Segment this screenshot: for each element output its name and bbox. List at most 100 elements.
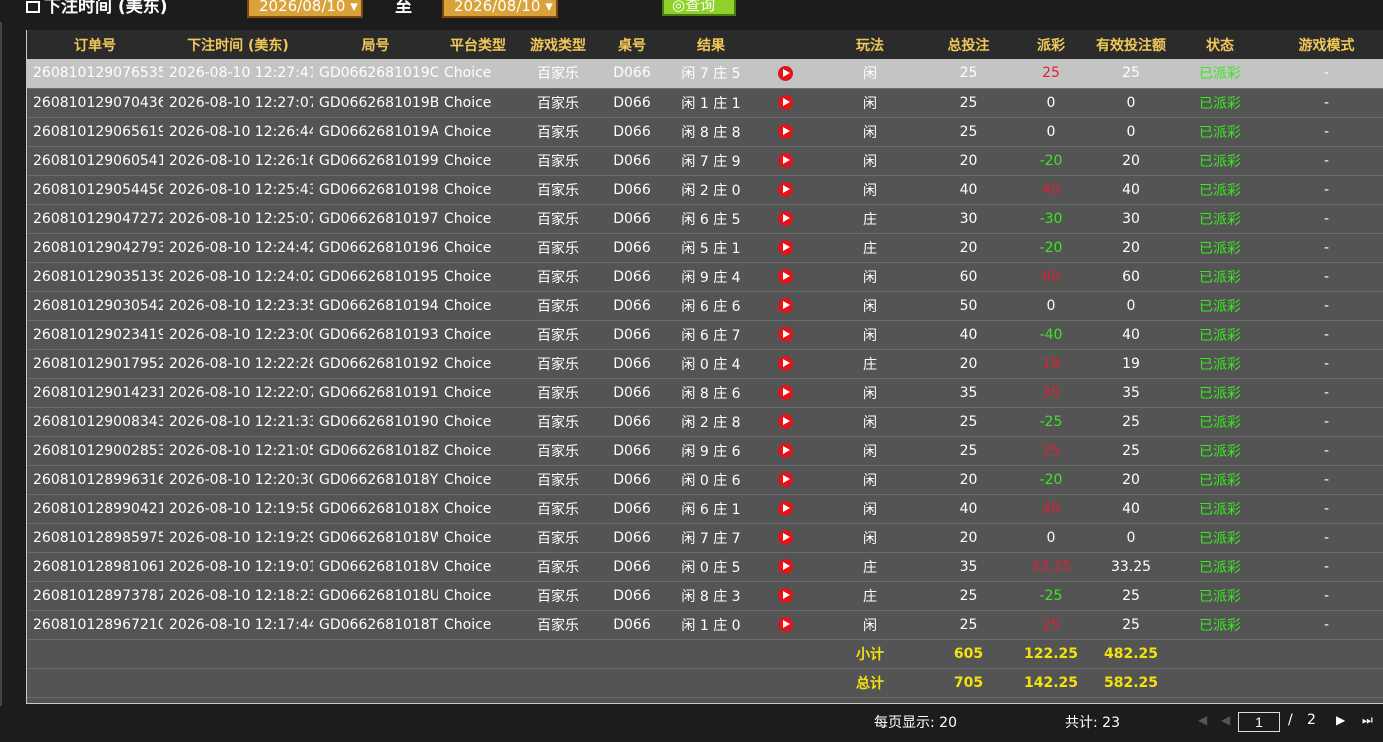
order-id: 260810128981061	[27, 552, 163, 582]
replay-play-icon[interactable]	[777, 182, 793, 197]
replay-play-icon[interactable]	[777, 95, 793, 110]
replay-play-icon[interactable]	[777, 385, 793, 400]
date-to-select[interactable]: 2026/08/10 ▾	[442, 0, 558, 18]
replay-play-icon[interactable]	[777, 588, 793, 603]
bet-time: 2026-08-10 12:27:41	[163, 59, 313, 89]
column-header: 游戏模式	[1269, 30, 1383, 59]
replay-play-icon[interactable]	[777, 501, 793, 516]
valid-bet: 0	[1091, 291, 1171, 321]
next-page-icon[interactable]: ▶	[1336, 713, 1345, 727]
game-type: 百家乐	[518, 552, 598, 582]
replay-cell	[756, 204, 814, 234]
replay-play-icon[interactable]	[777, 530, 793, 545]
table-row[interactable]: 260810128981061 2026-08-10 12:19:01 GD0662…	[27, 552, 1383, 582]
table-row[interactable]: 260810129017952 2026-08-10 12:22:28 GD0662…	[27, 349, 1383, 379]
valid-bet: 25	[1091, 610, 1171, 640]
status: 已派彩	[1171, 436, 1269, 466]
column-header: 玩法	[814, 30, 926, 59]
bet-time: 2026-08-10 12:22:28	[163, 349, 313, 379]
table-row[interactable]: 260810129014231 2026-08-10 12:22:07 GD0662…	[27, 378, 1383, 408]
round-id: GD0662681018U	[313, 581, 438, 611]
date-from-select[interactable]: 2026/08/10 ▾	[247, 0, 363, 18]
first-page-icon[interactable]: ◀	[1198, 713, 1207, 727]
total-bet: 20	[926, 523, 1011, 553]
platform: Choice	[438, 407, 518, 437]
round-id: GD06626810198	[313, 175, 438, 205]
column-header: 总投注	[926, 30, 1011, 59]
payout: 60	[1011, 262, 1091, 292]
table-row[interactable]: 260810128973787 2026-08-10 12:18:23 GD0662…	[27, 581, 1383, 611]
order-id: 260810129054456	[27, 175, 163, 205]
platform: Choice	[438, 59, 518, 89]
replay-play-icon[interactable]	[777, 211, 793, 226]
replay-play-icon[interactable]	[777, 153, 793, 168]
replay-play-icon[interactable]	[777, 240, 793, 255]
game-type: 百家乐	[518, 523, 598, 553]
bet-time: 2026-08-10 12:21:05	[163, 436, 313, 466]
table-row[interactable]: 260810129065619 2026-08-10 12:26:44 GD0662…	[27, 117, 1383, 147]
total-bet: 60	[926, 262, 1011, 292]
replay-cell	[756, 523, 814, 553]
replay-cell	[756, 233, 814, 263]
replay-cell	[756, 262, 814, 292]
table-row[interactable]: 260810128996316 2026-08-10 12:20:30 GD0662…	[27, 465, 1383, 495]
platform: Choice	[438, 436, 518, 466]
play-type: 闲	[814, 523, 926, 553]
table-row[interactable]: 260810129002853 2026-08-10 12:21:05 GD0662…	[27, 436, 1383, 466]
replay-play-icon[interactable]	[777, 124, 793, 139]
page-number-input[interactable]	[1238, 712, 1280, 732]
replay-play-icon[interactable]	[777, 559, 793, 574]
payout: -20	[1011, 146, 1091, 176]
bet-time: 2026-08-10 12:21:33	[163, 407, 313, 437]
valid-bet: 30	[1091, 204, 1171, 234]
status: 已派彩	[1171, 175, 1269, 205]
replay-play-icon[interactable]	[777, 443, 793, 458]
total-bet: 705	[926, 668, 1011, 698]
replay-play-icon[interactable]	[777, 269, 793, 284]
table-row[interactable]: 260810129023419 2026-08-10 12:23:00 GD0662…	[27, 320, 1383, 350]
window-edge	[0, 22, 2, 742]
payout: 40	[1011, 175, 1091, 205]
table-row[interactable]: 260810129042793 2026-08-10 12:24:42 GD0662…	[27, 233, 1383, 263]
platform: Choice	[438, 494, 518, 524]
platform: Choice	[438, 465, 518, 495]
order-id: 260810129017952	[27, 349, 163, 379]
replay-play-icon[interactable]	[777, 472, 793, 487]
order-id: 260810129035139	[27, 262, 163, 292]
last-page-icon[interactable]: ⏭	[1362, 713, 1373, 728]
table-row[interactable]: 260810128967210 2026-08-10 12:17:44 GD0662…	[27, 610, 1383, 640]
status: 已派彩	[1171, 523, 1269, 553]
game-type: 百家乐	[518, 117, 598, 147]
total-bet: 40	[926, 175, 1011, 205]
replay-play-icon[interactable]	[777, 356, 793, 371]
table-row[interactable]: 260810129070436 2026-08-10 12:27:07 GD0662…	[27, 88, 1383, 118]
platform: Choice	[438, 233, 518, 263]
table-row[interactable]: 260810128990421 2026-08-10 12:19:58 GD0662…	[27, 494, 1383, 524]
table-row[interactable]: 260810129008343 2026-08-10 12:21:33 GD0662…	[27, 407, 1383, 437]
table-no: D066	[598, 378, 666, 408]
filter-bar: 下注时间 (美东) 2026/08/10 ▾ 至 2026/08/10 ▾ ◎查…	[0, 0, 1383, 22]
payout: 0	[1011, 523, 1091, 553]
result: 闲 6 庄 6	[666, 291, 756, 321]
round-id: GD06626810197	[313, 204, 438, 234]
replay-play-icon[interactable]	[777, 414, 793, 429]
status: 已派彩	[1171, 233, 1269, 263]
replay-play-icon[interactable]	[777, 617, 793, 632]
table-row[interactable]: 260810129035139 2026-08-10 12:24:02 GD0662…	[27, 262, 1383, 292]
prev-page-icon[interactable]: ◀	[1221, 713, 1230, 727]
replay-play-icon[interactable]	[777, 298, 793, 313]
table-row[interactable]: 260810128985975 2026-08-10 12:19:29 GD0662…	[27, 523, 1383, 553]
table-row[interactable]: 260810129030542 2026-08-10 12:23:35 GD0662…	[27, 291, 1383, 321]
table-header-row: 订单号 下注时间 (美东) 局号 平台类型 游戏类型 桌号 结果 玩法 总投注 派彩 有效投注额 状态…	[27, 30, 1383, 59]
table-row[interactable]: 260810129054456 2026-08-10 12:25:43 GD0662…	[27, 175, 1383, 205]
order-id: 260810128990421	[27, 494, 163, 524]
table-row[interactable]: 260810129060541 2026-08-10 12:26:16 GD0662…	[27, 146, 1383, 176]
table-row[interactable]: 260810129076535 2026-08-10 12:27:41 GD0662…	[27, 59, 1383, 89]
table-row[interactable]: 260810129047272 2026-08-10 12:25:07 GD0662…	[27, 204, 1383, 234]
replay-play-icon[interactable]	[777, 327, 793, 342]
replay-play-icon[interactable]	[777, 65, 793, 81]
payout: -25	[1011, 581, 1091, 611]
game-type: 百家乐	[518, 175, 598, 205]
table-no: D066	[598, 494, 666, 524]
query-button[interactable]: ◎查询	[662, 0, 736, 16]
